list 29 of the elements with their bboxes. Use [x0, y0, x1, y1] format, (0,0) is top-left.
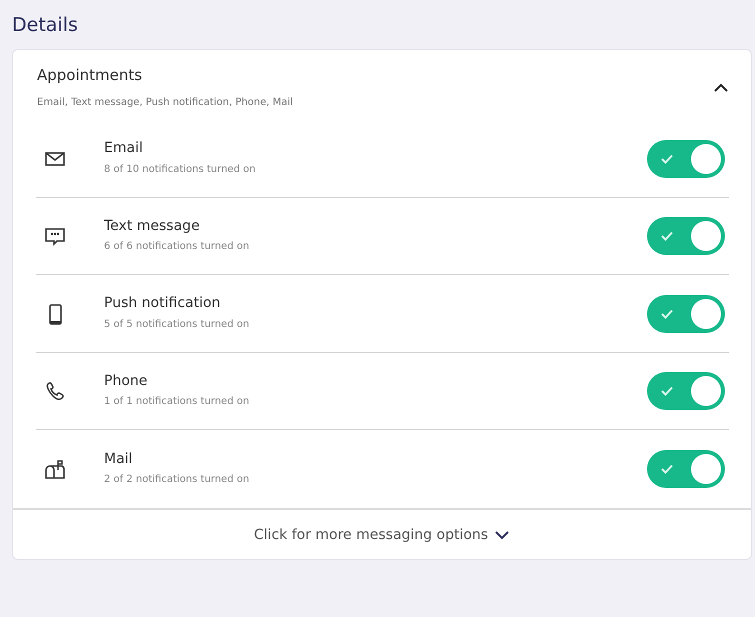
section-title: Appointments: [37, 64, 144, 86]
toggle-switch[interactable]: [647, 450, 725, 488]
channel-status: 2 of 2 notifications turned on: [104, 473, 250, 488]
toggle-switch[interactable]: [647, 140, 725, 178]
channel-status: 8 of 10 notifications turned on: [104, 162, 257, 177]
check-icon: [661, 464, 673, 474]
toggle-switch[interactable]: [647, 294, 725, 333]
check-icon: [661, 154, 673, 164]
mailbox-icon: [44, 458, 66, 480]
phone-icon: [44, 380, 66, 402]
channel-name: Email: [104, 140, 144, 157]
channel-status: 1 of 1 notifications turned on: [104, 395, 250, 410]
more-options-link[interactable]: Click for more messaging options: [248, 524, 516, 547]
collapse-chevron-icon[interactable]: [713, 82, 729, 92]
check-icon: [661, 231, 673, 242]
check-icon: [661, 308, 673, 319]
toggle-switch[interactable]: [647, 217, 725, 256]
channel-summary: Email, Text message, Push notification, Phone, Mail: [37, 96, 293, 110]
channel-name: Text message: [104, 218, 201, 234]
channel-name: Push notification: [104, 295, 222, 312]
section-heading: Details: [12, 14, 79, 37]
channel-status: 6 of 6 notifications turned on: [104, 240, 250, 254]
channel-name: Mail: [104, 450, 134, 468]
channel-name: Phone: [104, 372, 148, 390]
chevron-down-icon: [494, 530, 510, 540]
toggle-switch[interactable]: [647, 372, 725, 410]
channel-status: 5 of 5 notifications turned on: [104, 318, 250, 332]
check-icon: [661, 386, 673, 396]
speech-bubble-icon: [44, 225, 66, 248]
